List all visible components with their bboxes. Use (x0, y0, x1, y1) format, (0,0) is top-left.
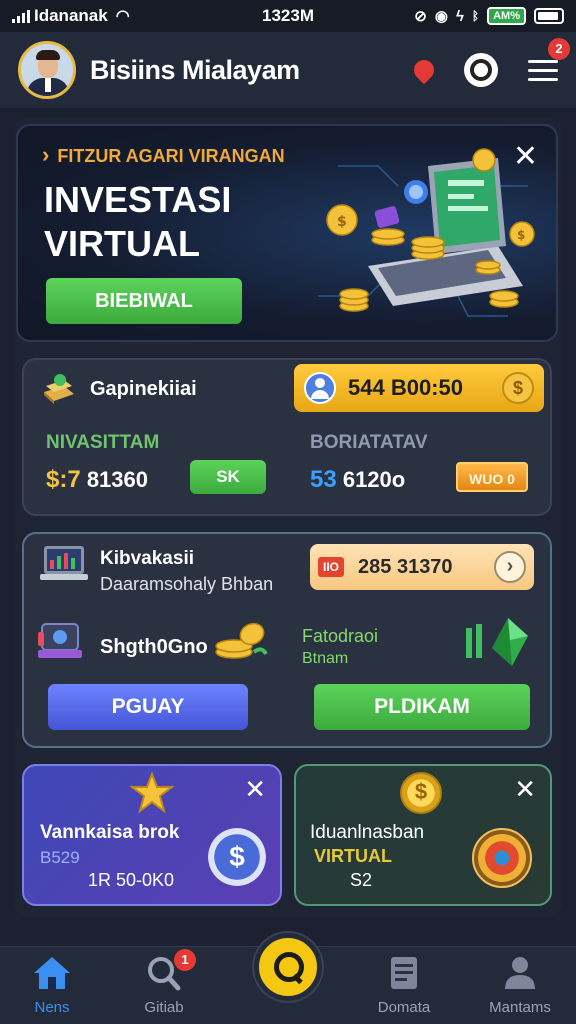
vinyl-disc-icon[interactable] (464, 53, 498, 87)
coin-icon: $ (502, 372, 534, 404)
bolt-icon: ϟ (455, 7, 464, 25)
sk-button[interactable]: SK (190, 460, 266, 494)
laptop-coins-illustration: $ $ (318, 148, 535, 317)
ticket-chip[interactable]: WUO 0 (456, 462, 528, 492)
home-icon (34, 957, 70, 989)
actions-title: Kibvakasii (100, 548, 194, 569)
star-icon (130, 772, 174, 814)
user-icon (505, 957, 535, 989)
investment-label: NIVASITTAM (46, 432, 160, 453)
svg-text:$: $ (337, 214, 347, 230)
chevron-right-icon[interactable]: › (494, 551, 526, 583)
search-fab-button[interactable] (254, 933, 322, 1001)
wallet-stack-icon (44, 374, 74, 404)
item-label: Shgth0Gno (100, 636, 208, 658)
actions-card: Kibvakasii Daaramsohaly Bhban IIO 285 31… (22, 532, 552, 748)
promo-right-title: Iduanlnasban (310, 822, 425, 843)
app-header: Bisiins Mialayam 2 (0, 32, 576, 108)
battery-percent: AM% (487, 7, 526, 25)
actions-pill[interactable]: IIO 285 31370 › (310, 544, 534, 590)
balance-pill[interactable]: 544 B00:50 $ (294, 364, 544, 412)
close-icon[interactable]: ✕ (514, 776, 536, 802)
nav-label: Mantams (489, 999, 551, 1016)
redeem-button[interactable]: PLDIKAM (314, 684, 530, 730)
monitor-chart-icon (40, 546, 88, 580)
target-badge-icon (472, 828, 532, 888)
close-icon[interactable]: ✕ (244, 776, 266, 802)
promo-card-left[interactable]: ✕ Vannkaisa brok B529 1R 50-0K0 $ (22, 764, 282, 906)
gold-coin-icon: $ (400, 772, 442, 814)
promo-left-value: 1R 50-0K0 (88, 870, 175, 890)
promo-left-sub: B529 (40, 848, 80, 867)
nav-item-documents[interactable]: Domata (354, 955, 454, 1016)
status-bar: Idananak ◠ 1323M ⊘ ◉ ϟ ᛒ AM% (0, 0, 576, 32)
carrier-label: Idananak (34, 6, 108, 25)
user-icon (304, 372, 336, 404)
nav-label: Domata (377, 999, 431, 1016)
battery-icon (534, 8, 564, 24)
svg-text:$: $ (517, 228, 525, 242)
location-pin-icon[interactable] (409, 55, 439, 85)
balance-pill-value: 544 B00:50 (348, 375, 463, 400)
notification-badge: 2 (548, 37, 570, 60)
avatar[interactable] (18, 41, 76, 99)
app-title: Bisiins Mialayam (90, 54, 300, 85)
nav-item-home[interactable]: Nens (2, 955, 102, 1016)
play-button[interactable]: PGUAY (48, 684, 248, 730)
balance-card: Gapinekiiai 544 B00:50 $ NIVASITTAM BORI… (22, 358, 552, 516)
right-label: Fatodraoi (302, 626, 379, 646)
promo-right-value: S2 (350, 870, 373, 890)
document-icon (391, 957, 417, 989)
nav-item-profile[interactable]: Mantams (470, 955, 570, 1016)
hero-title: INVESTASI VIRTUAL (44, 179, 232, 264)
nav-item-search[interactable]: 1 Gitiab (114, 949, 214, 1016)
hero-banner[interactable]: FITZUR AGARI VIRANGAN INVESTASI VIRTUAL … (16, 124, 558, 342)
bottom-nav: Nens 1 Gitiab Domata Mantams (0, 933, 576, 1024)
nav-label: Gitiab (144, 999, 184, 1016)
nav-badge: 1 (174, 949, 196, 971)
green-gem-icon (466, 618, 528, 666)
investment-value: $:7 81360 (46, 466, 148, 493)
wifi-icon: ◠ (115, 8, 130, 25)
bluetooth-icon: ᛒ (471, 9, 480, 23)
promo-left-title: Vannkaisa brok (40, 822, 180, 843)
nav-label: Nens (34, 999, 70, 1016)
location-icon: ◉ (434, 8, 448, 25)
main-content: FITZUR AGARI VIRANGAN INVESTASI VIRTUAL … (14, 118, 562, 918)
dollar-badge-icon: $ (208, 828, 266, 886)
menu-button[interactable]: 2 (528, 37, 570, 87)
signal-icon (12, 9, 30, 23)
actions-subtitle: Daaramsohaly Bhban (100, 574, 274, 594)
alarm-icon: ⊘ (414, 8, 427, 25)
hero-tag: FITZUR AGARI VIRANGAN (42, 142, 284, 168)
portfolio-label: BORIATATAV (310, 432, 428, 453)
right-sublabel: Btnam (302, 650, 349, 667)
promo-right-sub: VIRTUAL (314, 846, 392, 866)
coins-pile-icon (215, 622, 268, 659)
device-icon (38, 623, 82, 658)
pill-tag: IIO (318, 557, 345, 577)
hero-cta-button[interactable]: BIEBIWAL (46, 278, 242, 324)
balance-account-name: Gapinekiiai (90, 378, 197, 400)
actions-pill-value: 285 31370 (358, 555, 453, 578)
portfolio-value: 53 6120o (310, 466, 406, 493)
promo-card-right[interactable]: $ ✕ Iduanlnasban VIRTUAL S2 (294, 764, 552, 906)
hamburger-icon (528, 59, 558, 63)
